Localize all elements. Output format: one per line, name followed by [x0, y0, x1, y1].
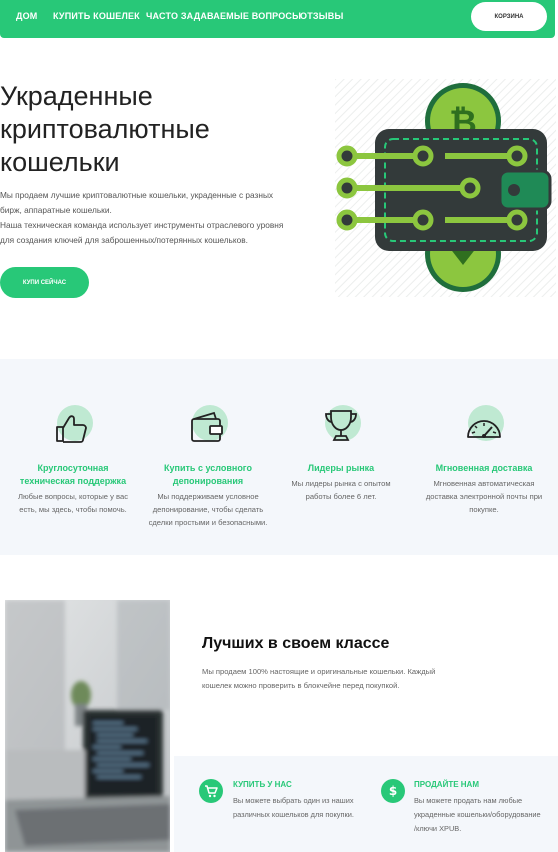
hero-text-line: Наша техническая команда использует инст… — [0, 220, 284, 230]
feature-desc-line: Мы поддерживаем условное — [157, 492, 259, 501]
top-navigation: ДОМ КУПИТЬ КОШЕЛЕК ЧАСТО ЗАДАВАЕМЫЕ ВОПР… — [0, 0, 555, 38]
trophy-icon — [319, 403, 363, 447]
hero-text-line: для создания ключей для заброшенных/поте… — [0, 235, 248, 245]
service-text-line: украденные кошельки/оборудование — [414, 810, 541, 819]
best-in-class-title: Лучших в своем классе — [202, 635, 390, 652]
service-text-line: различных кошельков для покупки. — [233, 810, 354, 819]
service-sell-text: Вы можете продать нам любые украденные к… — [414, 794, 541, 836]
hero-title-line: кошельки — [0, 147, 120, 177]
feature-description: Любые вопросы, которые у вас есть, мы зд… — [3, 490, 143, 516]
feature-description: Мгновенная автоматическая доставка элект… — [414, 477, 554, 516]
best-in-class-text: Мы продаем 100% настоящие и оригинальные… — [202, 665, 462, 693]
feature-desc-line: сделки простыми и безопасными. — [148, 518, 268, 527]
feature-desc-line: покупке. — [469, 505, 499, 514]
hero-text-line: бирж, аппаратные кошельки. — [0, 205, 112, 215]
feature-title-line: Лидеры рынка — [307, 463, 375, 473]
features-section: Круглосуточная техническая поддержка Люб… — [0, 359, 558, 555]
hero-title-line: Украденные — [0, 81, 153, 111]
service-buy-text: Вы можете выбрать один из наших различны… — [233, 794, 354, 822]
speedometer-icon — [462, 403, 506, 447]
service-sell-title[interactable]: ПРОДАЙТЕ НАМ — [414, 780, 479, 789]
feature-desc-line: есть, мы здесь, чтобы помочь. — [19, 505, 127, 514]
hero-title: Украденные криптовалютные кошельки — [0, 80, 320, 179]
buy-now-button[interactable]: КУПИ СЕЙЧАС — [0, 267, 89, 298]
feature-title-line: Купить с условного — [164, 463, 252, 473]
feature-desc-line: Мгновенная автоматическая — [433, 479, 535, 488]
hero-text-line: Мы продаем лучшие криптовалютные кошельк… — [0, 190, 274, 200]
best-text-line: кошелек можно проверить в блокчейне пере… — [202, 681, 400, 690]
service-text-line: Вы можете продать нам любые — [414, 796, 523, 805]
hero-description: Мы продаем лучшие криптовалютные кошельк… — [0, 188, 320, 248]
wallet-icon — [186, 403, 230, 447]
feature-desc-line: доставка электронной почты при — [425, 492, 543, 501]
feature-title: Мгновенная доставка — [414, 462, 554, 475]
dollar-icon: $ — [381, 779, 405, 803]
feature-title-line: Круглосуточная — [37, 463, 109, 473]
feature-description: Мы лидеры рынка с опытом работы более 6 … — [271, 477, 411, 503]
feature-title: Лидеры рынка — [271, 462, 411, 475]
service-text-line: /ключи XPUB. — [414, 824, 462, 833]
feature-description: Мы поддерживаем условное депонирование, … — [138, 490, 278, 529]
thumbs-up-icon — [51, 403, 95, 447]
feature-title-line: техническая поддержка — [19, 476, 127, 486]
feature-title-line: депонирования — [172, 476, 244, 486]
feature-title-line: Мгновенная доставка — [435, 463, 533, 473]
feature-title: Круглосуточная техническая поддержка — [3, 462, 143, 488]
service-buy-title[interactable]: КУПИТЬ У НАС — [233, 780, 292, 789]
service-text-line: Вы можете выбрать один из наших — [233, 796, 354, 805]
feature-desc-line: депонирование, чтобы сделать — [152, 505, 264, 514]
nav-item-home[interactable]: ДОМ — [16, 11, 38, 21]
hero-title-line: криптовалютные — [0, 114, 210, 144]
best-text-line: Мы продаем 100% настоящие и оригинальные… — [202, 667, 436, 676]
feature-title: Купить с условного депонирования — [138, 462, 278, 488]
cart-icon — [199, 779, 223, 803]
cart-button[interactable]: КОРЗИНА — [471, 2, 547, 31]
feature-desc-line: работы более 6 лет. — [305, 492, 377, 501]
laptop-photo — [5, 600, 170, 852]
nav-item-faq[interactable]: ЧАСТО ЗАДАВАЕМЫЕ ВОПРОСЫ — [146, 11, 301, 21]
nav-item-reviews[interactable]: ОТЗЫВЫ — [300, 11, 343, 21]
feature-desc-line: Любые вопросы, которые у вас — [18, 492, 128, 501]
crypto-wallet-illustration: ₿ — [335, 79, 556, 297]
feature-desc-line: Мы лидеры рынка с опытом — [291, 479, 391, 488]
nav-item-buy-wallet[interactable]: КУПИТЬ КОШЕЛЕК — [53, 11, 140, 21]
